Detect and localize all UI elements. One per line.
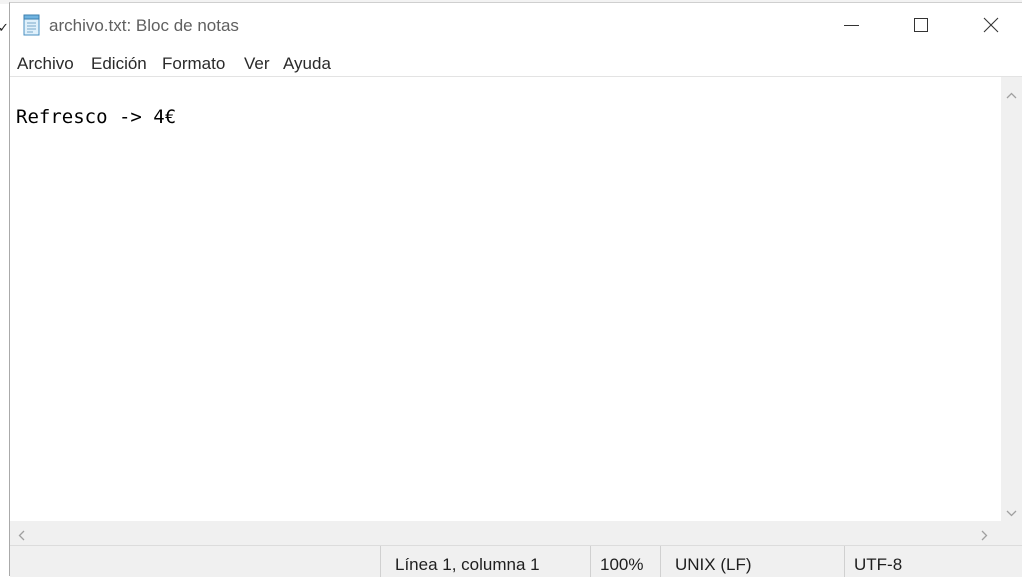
close-button[interactable] <box>956 3 1022 47</box>
status-divider <box>380 546 381 577</box>
close-icon <box>983 17 999 33</box>
scroll-down-icon[interactable] <box>1006 504 1017 522</box>
notepad-icon <box>22 14 42 36</box>
maximize-button[interactable] <box>886 3 956 47</box>
maximize-icon <box>913 17 929 33</box>
notepad-window: archivo.txt: Bloc de notas Archivo Edici… <box>9 2 1022 577</box>
menu-edicion[interactable]: Edición <box>91 54 147 74</box>
minimize-icon <box>843 17 859 33</box>
status-line-ending: UNIX (LF) <box>675 555 752 574</box>
status-bar: Línea 1, columna 1 100% UNIX (LF) UTF-8 <box>10 545 1022 577</box>
status-divider <box>660 546 661 577</box>
menu-archivo[interactable]: Archivo <box>17 54 74 74</box>
vertical-scrollbar[interactable] <box>1001 77 1022 522</box>
menu-ver[interactable]: Ver <box>244 54 270 74</box>
scroll-right-icon[interactable] <box>981 528 988 546</box>
title-bar[interactable]: archivo.txt: Bloc de notas <box>10 3 1022 47</box>
status-cursor-position: Línea 1, columna 1 <box>395 555 540 574</box>
window-title: archivo.txt: Bloc de notas <box>49 16 239 35</box>
menu-ayuda[interactable]: Ayuda <box>283 54 331 74</box>
status-zoom: 100% <box>600 555 644 574</box>
editor-area[interactable]: Refresco -> 4€ <box>10 76 1022 545</box>
scroll-up-icon[interactable] <box>1006 86 1017 104</box>
check-icon: ✓ <box>0 20 9 35</box>
minimize-button[interactable] <box>816 3 886 47</box>
status-divider <box>590 546 591 577</box>
editor-text[interactable]: Refresco -> 4€ <box>16 106 176 128</box>
menu-formato[interactable]: Formato <box>162 54 225 74</box>
horizontal-scrollbar[interactable] <box>10 521 1001 545</box>
status-encoding: UTF-8 <box>854 555 903 574</box>
status-divider <box>844 546 845 577</box>
scrollbar-corner <box>1001 522 1022 545</box>
scroll-left-icon[interactable] <box>18 528 25 546</box>
menu-bar: Archivo Edición Formato Ver Ayuda <box>10 47 1022 77</box>
